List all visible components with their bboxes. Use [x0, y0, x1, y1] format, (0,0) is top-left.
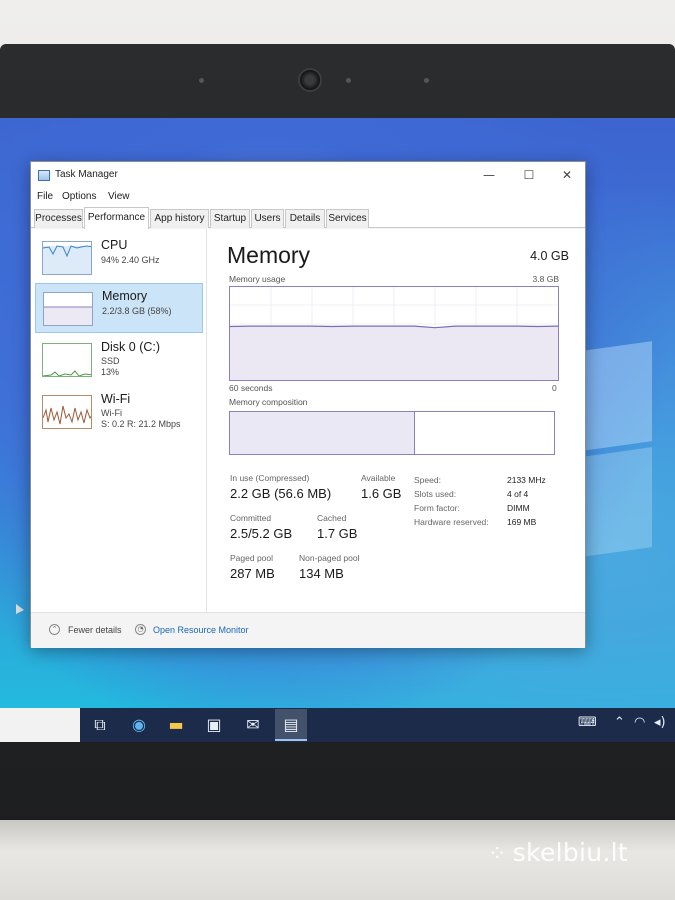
memory-usage-max: 3.8 GB [532, 274, 559, 284]
resource-memory-usage: 2.2/3.8 GB (58%) [102, 306, 172, 316]
taskbar-search-box[interactable] [0, 708, 80, 742]
edge-icon[interactable]: ◉ [127, 713, 151, 737]
memory-usage-label: Memory usage [229, 274, 286, 284]
title-bar[interactable]: Task Manager — ☐ ✕ [31, 162, 585, 188]
store-icon[interactable]: ▣ [202, 713, 226, 737]
close-button[interactable]: ✕ [553, 165, 581, 185]
cpu-mini-graph [42, 241, 92, 275]
hardware-reserved-label: Hardware reserved: [414, 517, 489, 527]
memory-composition-label: Memory composition [229, 397, 308, 407]
resource-wifi-throughput: S: 0.2 R: 21.2 Mbps [101, 419, 181, 429]
slots-label: Slots used: [414, 489, 457, 499]
window-footer: ⌃ Fewer details ◔ Open Resource Monitor [31, 612, 585, 648]
paged-pool-value: 287 MB [230, 566, 275, 581]
memory-composition-bar [229, 411, 555, 455]
mouse-cursor [16, 604, 24, 614]
resource-disk-name: Disk 0 (C:) [101, 340, 161, 354]
cached-value: 1.7 GB [317, 526, 358, 541]
committed-value: 2.5/5.2 GB [230, 526, 293, 541]
resource-cpu-name: CPU [101, 238, 128, 252]
task-manager-app-icon [38, 170, 50, 181]
task-manager-window: Task Manager — ☐ ✕ File Options View Pro… [30, 161, 586, 648]
sensor-right [424, 78, 429, 83]
slots-value: 4 of 4 [507, 489, 529, 499]
minimize-button[interactable]: — [475, 165, 503, 185]
menu-view[interactable]: View [108, 191, 130, 202]
file-explorer-icon[interactable]: ▬ [164, 713, 188, 737]
in-use-value: 2.2 GB (56.6 MB) [230, 486, 332, 501]
speed-label: Speed: [414, 475, 441, 485]
performance-content: CPU 94% 2.40 GHz Memory 2.2/3.8 GB (58%) [31, 229, 585, 612]
form-factor-label: Form factor: [414, 503, 460, 513]
menu-options[interactable]: Options [62, 191, 96, 202]
resource-wifi[interactable]: Wi-Fi Wi-Fi S: 0.2 R: 21.2 Mbps [35, 387, 203, 437]
task-view-icon[interactable]: ⧉ [88, 713, 112, 737]
cached-label: Cached [317, 513, 347, 523]
watermark-dots-icon: ⁘ [488, 842, 507, 867]
menu-bar: File Options View [31, 188, 585, 206]
wifi-icon[interactable]: ◠ [634, 715, 645, 730]
tab-strip: Processes Performance App history Startu… [31, 206, 585, 229]
page-title: Memory [227, 242, 311, 268]
tab-startup[interactable]: Startup [210, 209, 250, 228]
keyboard-icon[interactable]: ⌨ [578, 715, 597, 730]
watermark-text: skelbiu.lt [512, 838, 629, 867]
tab-services[interactable]: Services [326, 209, 369, 228]
in-use-label: In use (Compressed) [230, 473, 310, 483]
webcam [298, 68, 322, 92]
resource-cpu-usage: 94% 2.40 GHz [101, 255, 160, 265]
watermark: ⁘ skelbiu.lt [488, 838, 628, 867]
tab-performance[interactable]: Performance [84, 207, 149, 229]
memory-mini-graph [43, 292, 93, 326]
resource-list: CPU 94% 2.40 GHz Memory 2.2/3.8 GB (58%) [31, 229, 207, 612]
sensor-left [199, 78, 204, 83]
taskbar: ⧉ ◉ ▬ ▣ ✉ ▤ ⌨ ⌃ ◠ ◂) [0, 708, 675, 742]
resource-memory-name: Memory [102, 289, 148, 303]
speed-value: 2133 MHz [507, 475, 546, 485]
wifi-mini-graph [42, 395, 92, 429]
wallpaper-logo-pane [582, 447, 652, 557]
committed-label: Committed [230, 513, 272, 523]
chevron-up-icon[interactable]: ⌃ [614, 715, 625, 730]
mail-icon[interactable]: ✉ [241, 713, 265, 737]
resource-wifi-adapter: Wi-Fi [101, 408, 122, 418]
form-factor-value: DIMM [507, 503, 530, 513]
memory-usage-graph [229, 286, 559, 381]
time-axis-right: 0 [552, 383, 557, 393]
nonpaged-pool-label: Non-paged pool [299, 553, 360, 563]
resource-disk-type: SSD [101, 356, 120, 366]
resource-disk-usage: 13% [101, 367, 120, 377]
available-value: 1.6 GB [361, 486, 402, 501]
chevron-up-icon[interactable]: ⌃ [49, 624, 60, 635]
window-title: Task Manager [55, 169, 118, 180]
paged-pool-label: Paged pool [230, 553, 274, 563]
resource-wifi-name: Wi-Fi [101, 392, 131, 406]
resource-cpu[interactable]: CPU 94% 2.40 GHz [35, 233, 203, 283]
hardware-reserved-value: 169 MB [507, 517, 537, 527]
nonpaged-pool-value: 134 MB [299, 566, 344, 581]
resource-disk[interactable]: Disk 0 (C:) SSD 13% [35, 335, 203, 385]
sensor-mid [346, 78, 351, 83]
available-label: Available [361, 473, 396, 483]
resource-monitor-icon[interactable]: ◔ [135, 624, 146, 635]
volume-icon[interactable]: ◂) [654, 715, 666, 730]
composition-in-use-segment [230, 412, 415, 454]
tab-details[interactable]: Details [285, 209, 325, 228]
memory-detail-pane: Memory 4.0 GB Memory usage 3.8 GB 60 sec… [221, 229, 577, 612]
desktop-screen: Task Manager — ☐ ✕ File Options View Pro… [0, 118, 675, 742]
menu-file[interactable]: File [37, 191, 53, 202]
maximize-button[interactable]: ☐ [515, 165, 543, 185]
open-resource-monitor-link[interactable]: Open Resource Monitor [153, 625, 249, 635]
fewer-details-link[interactable]: Fewer details [68, 625, 122, 635]
tab-app-history[interactable]: App history [150, 209, 209, 228]
disk-mini-graph [42, 343, 92, 377]
task-manager-icon[interactable]: ▤ [275, 709, 307, 741]
time-axis-left: 60 seconds [229, 383, 273, 393]
tab-users[interactable]: Users [251, 209, 284, 228]
tab-processes[interactable]: Processes [34, 209, 83, 228]
memory-total: 4.0 GB [530, 249, 569, 263]
wallpaper-logo-pane [582, 341, 652, 451]
resource-memory[interactable]: Memory 2.2/3.8 GB (58%) [35, 283, 203, 333]
